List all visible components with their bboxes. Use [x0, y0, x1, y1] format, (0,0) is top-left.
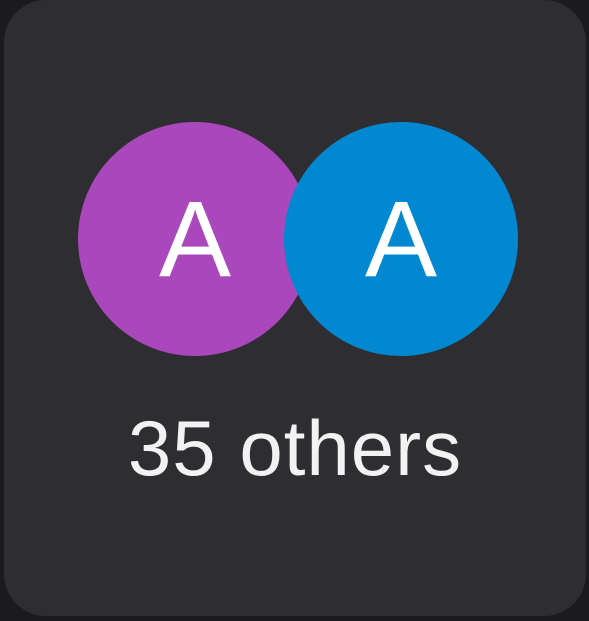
- avatar: A: [78, 122, 312, 356]
- others-participants-tile[interactable]: A A 35 others: [4, 0, 586, 616]
- avatar-initial: A: [364, 178, 438, 299]
- avatar: A: [284, 122, 518, 356]
- others-count-label: 35 others: [127, 404, 463, 492]
- avatar-initial: A: [158, 178, 232, 299]
